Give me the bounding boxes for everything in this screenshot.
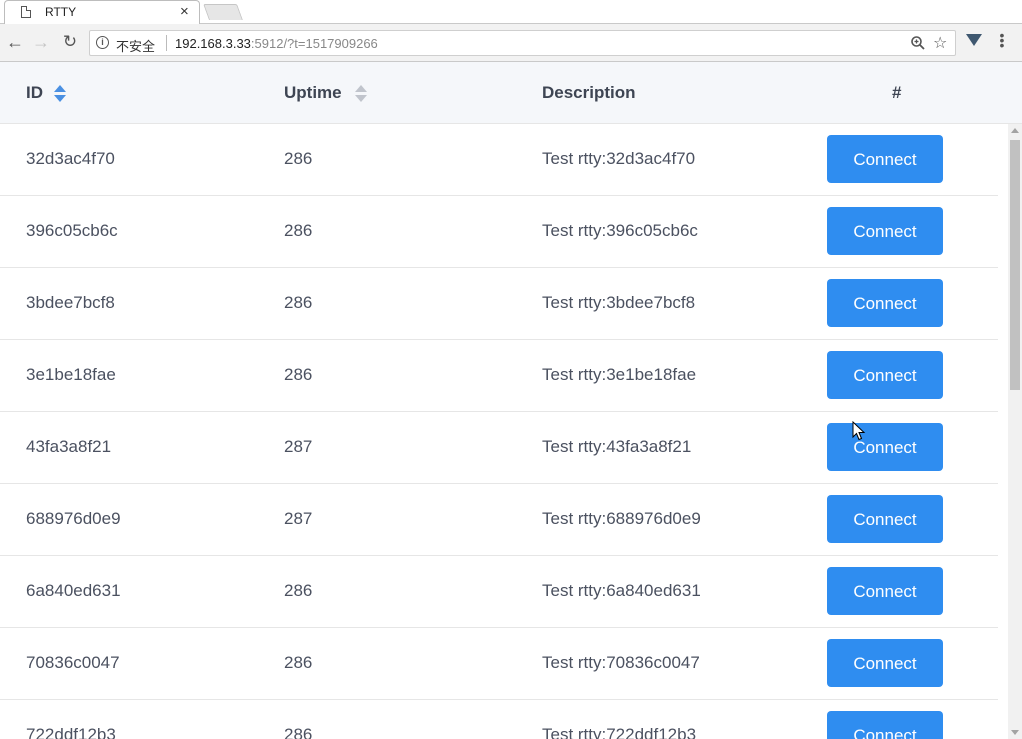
cell-uptime: 286	[284, 293, 313, 312]
cell-uptime: 286	[284, 365, 313, 384]
sort-ascending-icon[interactable]	[54, 85, 66, 92]
connect-button[interactable]: Connect	[827, 639, 943, 687]
connect-button[interactable]: Connect	[827, 423, 943, 471]
cell-id: 722ddf12b3	[26, 725, 116, 739]
cell-description: Test rtty:32d3ac4f70	[542, 149, 696, 168]
url-host: 192.168.3.33	[175, 36, 251, 51]
new-tab-button[interactable]	[203, 4, 243, 20]
cell-uptime: 287	[284, 509, 313, 528]
cell-id: 3bdee7bcf8	[26, 293, 115, 312]
table-row: 688976d0e9 287 Test rtty:688976d0e9 Connect	[0, 484, 998, 556]
cell-description: Test rtty:688976d0e9	[542, 509, 701, 528]
column-header-id[interactable]: ID	[26, 83, 43, 103]
sort-ascending-icon[interactable]	[355, 85, 367, 92]
scrollbar-thumb[interactable]	[1010, 140, 1020, 390]
browser-toolbar: ← → ↻ i 不安全 192.168.3.33:5912/?t=1517909…	[0, 24, 1022, 62]
cell-id: 32d3ac4f70	[26, 149, 115, 168]
scroll-up-arrow-icon[interactable]	[1011, 128, 1019, 133]
forward-arrow-icon[interactable]: →	[32, 32, 50, 52]
tab-close-icon[interactable]: ×	[180, 3, 189, 21]
table-row: 43fa3a8f21 287 Test rtty:43fa3a8f21 Connect	[0, 412, 998, 484]
cell-uptime: 286	[284, 725, 313, 739]
column-header-action: #	[892, 83, 902, 102]
connect-button[interactable]: Connect	[827, 135, 943, 183]
table-row: 722ddf12b3 286 Test rtty:722ddf12b3 Connect	[0, 700, 998, 739]
page-icon	[21, 6, 31, 18]
cell-uptime: 287	[284, 437, 313, 456]
security-label[interactable]: 不安全	[116, 36, 155, 55]
column-header-description: Description	[542, 83, 636, 102]
table-row: 6a840ed631 286 Test rtty:6a840ed631 Connect	[0, 556, 998, 628]
address-bar[interactable]: i 不安全 192.168.3.33:5912/?t=1517909266 ☆	[89, 30, 956, 56]
browser-tab[interactable]: RTTY ×	[4, 0, 200, 24]
sort-descending-icon[interactable]	[355, 95, 367, 102]
cell-id: 43fa3a8f21	[26, 437, 112, 456]
table-row: 70836c0047 286 Test rtty:70836c0047 Connect	[0, 628, 998, 700]
cell-description: Test rtty:70836c0047	[542, 653, 700, 672]
zoom-icon[interactable]	[910, 35, 926, 51]
table-row: 3bdee7bcf8 286 Test rtty:3bdee7bcf8 Connect	[0, 268, 998, 340]
table-row: 32d3ac4f70 286 Test rtty:32d3ac4f70 Connect	[0, 124, 998, 196]
scroll-down-arrow-icon[interactable]	[1011, 730, 1019, 735]
tab-strip: RTTY ×	[0, 0, 1022, 24]
url-path: :5912/?t=1517909266	[250, 36, 378, 51]
sort-caret-icon[interactable]	[54, 85, 66, 103]
cell-description: Test rtty:3bdee7bcf8	[542, 293, 696, 312]
cell-description: Test rtty:722ddf12b3	[542, 725, 697, 739]
mouse-cursor-icon	[852, 421, 866, 441]
page-content: ID Uptime Description # 32d3ac4f70 286 Tes…	[0, 62, 1022, 739]
url-separator	[166, 35, 167, 51]
cell-uptime: 286	[284, 149, 313, 168]
cell-description: Test rtty:3e1be18fae	[542, 365, 697, 384]
sort-caret-icon[interactable]	[355, 85, 367, 103]
cell-uptime: 286	[284, 653, 313, 672]
table-row: 3e1be18fae 286 Test rtty:3e1be18fae Connect	[0, 340, 998, 412]
cell-id: 688976d0e9	[26, 509, 121, 528]
cell-description: Test rtty:43fa3a8f21	[542, 437, 692, 456]
connect-button[interactable]: Connect	[827, 279, 943, 327]
connect-button[interactable]: Connect	[827, 711, 943, 739]
cell-description: Test rtty:6a840ed631	[542, 581, 701, 600]
cell-id: 70836c0047	[26, 653, 120, 672]
back-arrow-icon[interactable]: ←	[6, 32, 24, 52]
vertical-scrollbar[interactable]	[1008, 124, 1022, 739]
connect-button[interactable]: Connect	[827, 495, 943, 543]
cell-uptime: 286	[284, 581, 313, 600]
cell-uptime: 286	[284, 221, 313, 240]
star-icon[interactable]: ☆	[933, 33, 947, 53]
vue-extension-icon[interactable]	[966, 34, 982, 46]
reload-icon[interactable]: ↻	[61, 32, 79, 52]
sort-descending-icon[interactable]	[54, 95, 66, 102]
menu-icon[interactable]: • • •	[999, 28, 1005, 52]
cell-description: Test rtty:396c05cb6c	[542, 221, 698, 240]
cell-id: 6a840ed631	[26, 581, 121, 600]
cell-id: 3e1be18fae	[26, 365, 116, 384]
table-body: 32d3ac4f70 286 Test rtty:32d3ac4f70 Connect…	[0, 124, 998, 739]
cell-id: 396c05cb6c	[26, 221, 118, 240]
connect-button[interactable]: Connect	[827, 207, 943, 255]
connect-button[interactable]: Connect	[827, 567, 943, 615]
url-text[interactable]: 192.168.3.33:5912/?t=1517909266	[175, 36, 378, 51]
info-icon[interactable]: i	[96, 36, 109, 49]
table-row: 396c05cb6c 286 Test rtty:396c05cb6c Connect	[0, 196, 998, 268]
tab-title: RTTY	[45, 5, 77, 19]
connect-button[interactable]: Connect	[827, 351, 943, 399]
table-header: ID Uptime Description #	[0, 62, 1022, 124]
column-header-uptime[interactable]: Uptime	[284, 83, 342, 103]
